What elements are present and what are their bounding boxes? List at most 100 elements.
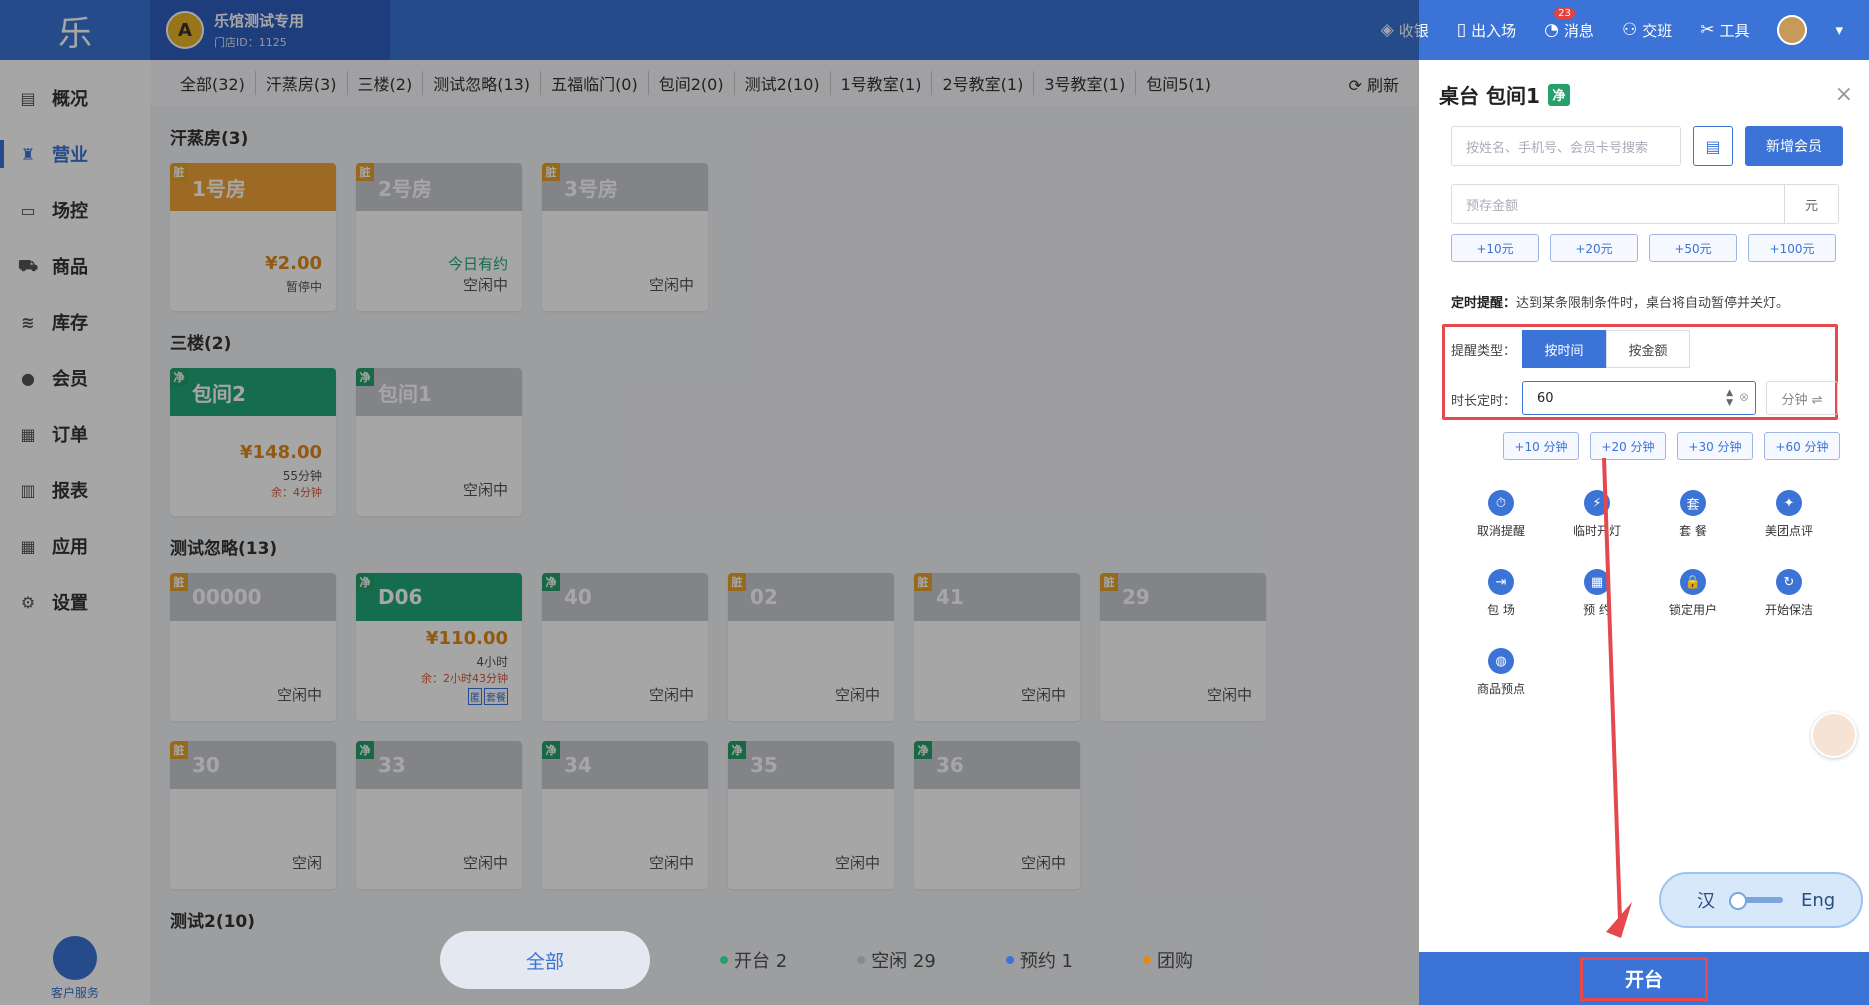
scan-card-icon[interactable]: ▤ — [1693, 126, 1733, 166]
topbar-action-door[interactable]: ▯ 出入场 — [1457, 20, 1516, 41]
panel-title: 桌台 包间1 净 — [1439, 80, 1570, 109]
deposit-placeholder: 预存金额 — [1466, 198, 1519, 214]
filter-all-button[interactable]: 全部 — [440, 931, 650, 989]
action-product[interactable]: ◍ 商品预点 — [1453, 648, 1549, 697]
lang-chinese-label: 汉 — [1697, 891, 1715, 912]
deposit-quick-button[interactable]: +100元 — [1748, 234, 1836, 262]
close-icon[interactable]: × — [1835, 82, 1853, 107]
lang-english-label: Eng — [1801, 889, 1836, 911]
open-table-bar: 开台 — [1419, 952, 1869, 1005]
action-enter[interactable]: ⇥ 包 场 — [1453, 569, 1549, 618]
modal-backdrop[interactable] — [0, 0, 1419, 1005]
refresh-icon: ↻ — [1776, 569, 1802, 595]
action-label: 商品预点 — [1476, 682, 1525, 696]
reminder-type-label: 提醒类型： — [1451, 344, 1517, 359]
reminder-type-option[interactable]: 按时间 — [1522, 330, 1606, 368]
clean-status-badge: 净 — [1547, 83, 1570, 106]
topbar-action-label: 交班 — [1642, 21, 1673, 40]
duration-quick-button[interactable]: +20 分钟 — [1590, 432, 1666, 460]
deposit-amount-field[interactable]: 预存金额 元 — [1451, 184, 1839, 224]
action-lock[interactable]: 🔒 锁定用户 — [1645, 569, 1741, 618]
action-label: 预 约 — [1583, 603, 1611, 617]
status-dot — [857, 956, 866, 964]
action-label: 取消提醒 — [1476, 524, 1525, 538]
timed-reminder-note: 定时提醒：达到某条限制条件时，桌台将自动暂停并关灯。 — [1451, 292, 1789, 311]
topbar-action-tools[interactable]: ✂ 工具 — [1700, 20, 1749, 41]
deposit-quick-button[interactable]: +20元 — [1550, 234, 1638, 262]
enter-icon: ⇥ — [1488, 569, 1514, 595]
status-count-label: 预约 1 — [1019, 951, 1074, 972]
action-meituan[interactable]: ✦ 美团点评 — [1741, 490, 1837, 539]
action-timer-cancel[interactable]: ⏱ 取消提醒 — [1453, 490, 1549, 539]
package-icon: 套 — [1680, 490, 1706, 516]
status-dot — [720, 956, 728, 964]
reminder-type-toggle: 按时间 按金额 — [1522, 330, 1690, 368]
panel-title-text: 桌台 包间1 — [1439, 84, 1540, 108]
language-toggle[interactable]: 汉 Eng — [1659, 872, 1863, 928]
app-root: 乐 A 乐馆测试专用 门店ID：1125 ◈ 收银 ▯ 出入场 ◔ 消息 23 ⚇ 交班 ✂ 工具 ▾… — [0, 0, 1869, 1005]
topbar-action-label: 消息 — [1563, 21, 1594, 40]
topbar-action-label: 工具 — [1719, 21, 1750, 40]
deposit-unit: 元 — [1784, 185, 1838, 223]
status-count-label: 团购 — [1157, 951, 1194, 972]
duration-value: 60 — [1537, 390, 1554, 406]
chevron-down-icon[interactable]: ▾ — [1835, 21, 1843, 39]
deposit-quick-buttons: +10元 +20元 +50元 +100元 — [1451, 234, 1836, 262]
flash-icon: ⚡ — [1584, 490, 1610, 516]
top-actions: ◈ 收银 ▯ 出入场 ◔ 消息 23 ⚇ 交班 ✂ 工具 ▾ — [1381, 0, 1843, 60]
handover-icon: ⚇ — [1621, 20, 1638, 40]
status-dot — [1143, 956, 1152, 964]
status-count[interactable]: 团购 — [1143, 947, 1193, 973]
action-refresh[interactable]: ↻ 开始保洁 — [1741, 569, 1837, 618]
deposit-quick-button[interactable]: +10元 — [1451, 234, 1539, 262]
add-member-button[interactable]: 新增会员 — [1745, 126, 1843, 166]
duration-unit-switch[interactable]: 分钟 ⇌ — [1766, 381, 1838, 415]
topbar-action-label: 出入场 — [1471, 21, 1517, 40]
assistant-avatar[interactable] — [1811, 712, 1857, 758]
reminder-label: 定时提醒： — [1451, 296, 1517, 311]
reminder-text: 达到某条限制条件时，桌台将自动暂停并关灯。 — [1516, 296, 1790, 311]
table-detail-panel: 桌台 包间1 净 × 按姓名、手机号、会员卡号搜索 ▤ 新增会员 预存金额 元 … — [1419, 60, 1869, 1005]
action-label: 美团点评 — [1764, 524, 1813, 538]
clear-icon[interactable]: ⊗ — [1739, 390, 1749, 404]
action-package[interactable]: 套套 餐 — [1645, 490, 1741, 539]
topbar-action-bell[interactable]: ◔ 消息 23 — [1544, 7, 1594, 41]
action-label: 开始保洁 — [1764, 603, 1813, 617]
lock-icon: 🔒 — [1680, 569, 1706, 595]
reminder-type-option[interactable]: 按金额 — [1606, 330, 1690, 368]
tools-icon: ✂ — [1700, 20, 1715, 40]
duration-quick-buttons: +10 分钟 +20 分钟 +30 分钟 +60 分钟 — [1503, 432, 1840, 460]
status-count[interactable]: 空闲 29 — [857, 947, 936, 973]
meituan-icon: ✦ — [1776, 490, 1802, 516]
bell-icon: ◔ — [1544, 20, 1559, 40]
message-count-badge: 23 — [1554, 7, 1575, 19]
action-label: 包 场 — [1487, 603, 1515, 617]
duration-quick-button[interactable]: +60 分钟 — [1764, 432, 1840, 460]
action-calendar[interactable]: ▦ 预 约 — [1549, 569, 1645, 618]
topbar-action-handover[interactable]: ⚇ 交班 — [1622, 20, 1672, 41]
status-count-label: 空闲 29 — [871, 951, 936, 972]
deposit-quick-button[interactable]: +50元 — [1649, 234, 1737, 262]
calendar-icon: ▦ — [1584, 569, 1610, 595]
status-count-label: 开台 2 — [734, 951, 788, 972]
product-icon: ◍ — [1488, 648, 1514, 674]
duration-input[interactable]: 60 ▲ ▼ ⊗ — [1522, 381, 1756, 415]
door-icon: ▯ — [1456, 20, 1467, 40]
table-actions-grid: ⏱ 取消提醒 ⚡ 临时开灯 套套 餐 ✦ 美团点评 ⇥ 包 场 ▦ 预 约 🔒 锁定用户 ↻ 开始保洁 ◍ 商品… — [1453, 490, 1853, 697]
duration-quick-button[interactable]: +10 分钟 — [1503, 432, 1579, 460]
status-count[interactable]: 开台 2 — [720, 947, 787, 973]
status-count[interactable]: 预约 1 — [1005, 947, 1074, 973]
open-table-button[interactable]: 开台 — [1580, 956, 1708, 1001]
stepper-icon[interactable]: ▲ ▼ — [1726, 388, 1733, 408]
member-search-row: 按姓名、手机号、会员卡号搜索 ▤ 新增会员 — [1451, 126, 1843, 166]
action-flash[interactable]: ⚡ 临时开灯 — [1549, 490, 1645, 539]
status-bar: 全部 开台 2 空闲 29 预约 1 团购 — [440, 930, 1419, 990]
duration-quick-button[interactable]: +30 分钟 — [1677, 432, 1753, 460]
action-label: 锁定用户 — [1668, 603, 1717, 617]
action-label: 临时开灯 — [1572, 524, 1621, 538]
user-avatar[interactable] — [1777, 15, 1808, 45]
member-search-input[interactable]: 按姓名、手机号、会员卡号搜索 — [1451, 126, 1681, 166]
duration-label: 时长定时： — [1451, 394, 1517, 409]
action-label: 套 餐 — [1679, 524, 1707, 538]
status-dot — [1005, 956, 1014, 964]
